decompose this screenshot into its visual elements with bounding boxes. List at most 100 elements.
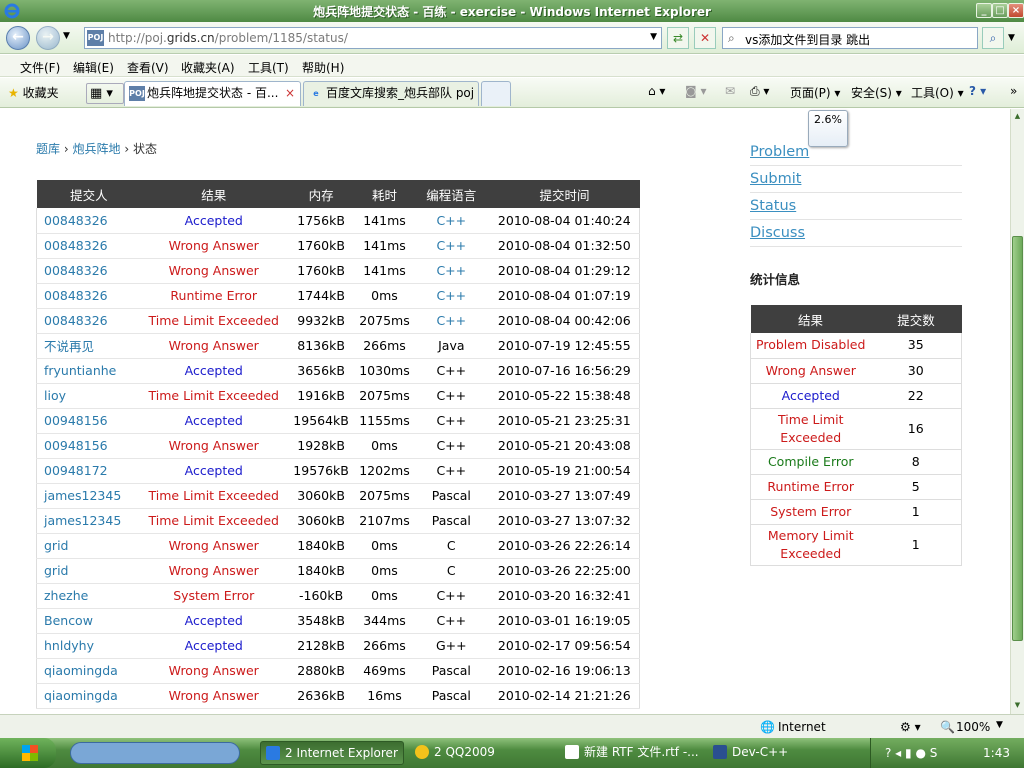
favorites-button[interactable]: ★ 收藏夹 [8,84,59,101]
history-dropdown-icon[interactable]: ▼ [63,31,70,41]
status-link[interactable]: Status [750,193,962,220]
menu-favorites[interactable]: 收藏夹(A) [181,59,235,76]
result-cell: Wrong Answer [141,683,287,709]
url-path: /problem/1185/status/ [214,31,348,45]
taskbar-qq[interactable]: 2 QQ2009 [410,741,555,765]
stats-result[interactable]: Problem Disabled [750,333,871,359]
stats-result[interactable]: Runtime Error [750,474,871,500]
column-header: 结果 [141,180,287,208]
start-button[interactable] [0,738,56,768]
search-options-icon[interactable]: ▼ [1008,33,1015,43]
language-cell[interactable]: C++ [412,308,490,334]
tray-icons[interactable]: ? ◂ ▮ ● S [885,746,937,760]
submitter-cell[interactable]: james12345 [36,483,142,509]
stats-result[interactable]: Compile Error [750,449,871,475]
feeds-icon[interactable]: ◙ ▾ [685,84,706,98]
forward-button[interactable]: → [36,26,60,50]
language-cell[interactable]: C++ [412,233,490,259]
submit-link[interactable]: Submit [750,166,962,193]
mail-icon[interactable]: ✉ [725,84,735,98]
submitter-cell[interactable]: 00948156 [36,408,142,434]
protected-mode-icon[interactable]: ⚙ ▾ [900,720,921,734]
submitter-cell[interactable]: 00848326 [36,233,142,259]
breadcrumb-problem[interactable]: 炮兵阵地 [72,142,120,156]
home-icon[interactable]: ⌂ ▾ [648,84,665,98]
menu-view[interactable]: 查看(V) [127,59,169,76]
tab-close-icon[interactable]: × [285,82,295,105]
minimize-button[interactable]: _ [976,3,992,18]
safety-menu[interactable]: 安全(S) ▾ [851,84,902,101]
print-icon[interactable]: ⎙ ▾ [750,84,769,99]
submitter-cell[interactable]: 00948172 [36,458,142,484]
menu-tools[interactable]: 工具(T) [248,59,289,76]
search-icon[interactable]: ⌕ [982,27,1004,49]
submit-time-cell: 2010-03-27 13:07:49 [489,483,640,509]
tab-baidu[interactable]: e 百度文库搜索_炮兵部队 poj [303,81,479,106]
tab-active-label: 炮兵阵地提交状态 - 百... [147,86,279,100]
menu-help[interactable]: 帮助(H) [302,59,344,76]
media-player-toolbar[interactable] [70,742,240,764]
result-cell: Accepted [141,358,287,384]
breadcrumb-root[interactable]: 题库 [36,142,60,156]
time-cell: 1030ms [356,358,413,384]
stats-result[interactable]: System Error [750,499,871,525]
submitter-cell[interactable]: qiaomingda [36,658,142,684]
new-tab-button[interactable] [481,81,511,106]
menu-file[interactable]: 文件(F) [20,59,60,76]
chevron-more-icon[interactable]: » [1010,84,1017,98]
result-cell: Runtime Error [141,283,287,309]
scroll-down-icon[interactable]: ▼ [1012,699,1023,712]
taskbar-ie[interactable]: 2 Internet Explorer [260,741,404,765]
language-cell[interactable]: C++ [412,208,490,234]
menu-edit[interactable]: 编辑(E) [73,59,114,76]
discuss-link[interactable]: Discuss [750,220,962,247]
refresh-icon[interactable]: ⇄ [667,27,689,49]
page-menu[interactable]: 页面(P) ▾ [790,84,840,101]
maximize-button[interactable]: □ [992,3,1008,18]
vertical-scrollbar[interactable]: ▲ ▼ [1010,109,1024,714]
help-icon[interactable]: ? ▾ [969,84,986,98]
language-cell[interactable]: C++ [412,283,490,309]
close-button[interactable]: × [1008,3,1024,18]
stats-row: System Error 1 [750,499,962,525]
zoom-level[interactable]: 100% [956,720,990,734]
submitter-cell[interactable]: james12345 [36,508,142,534]
stats-result[interactable]: Accepted [750,383,871,409]
scroll-thumb[interactable] [1012,236,1023,641]
tools-menu[interactable]: 工具(O) ▾ [911,84,964,101]
scroll-up-icon[interactable]: ▲ [1012,110,1023,123]
submitter-cell[interactable]: fryuntianhe [36,358,142,384]
tab-active[interactable]: POJ 炮兵阵地提交状态 - 百... × [124,81,301,106]
stop-icon[interactable]: ✕ [694,27,716,49]
submitter-cell[interactable]: hnldyhy [36,633,142,659]
taskbar-rtf[interactable]: 新建 RTF 文件.rtf -... [560,741,700,765]
submitter-cell[interactable]: qiaomingda [36,683,142,709]
submitter-cell[interactable]: 不说再见 [36,333,142,359]
zoom-dropdown-icon[interactable]: ▼ [996,720,1003,730]
language-cell: Java [412,333,490,359]
submitter-cell[interactable]: 00848326 [36,258,142,284]
submitter-cell[interactable]: grid [36,533,142,559]
back-button[interactable]: ← [6,26,30,50]
submitter-cell[interactable]: 00848326 [36,208,142,234]
search-input[interactable]: ⌕ vs添加文件到目录 跳出 [722,27,978,49]
submitter-cell[interactable]: 00848326 [36,308,142,334]
submitter-cell[interactable]: grid [36,558,142,584]
stats-result[interactable]: Time Limit Exceeded [750,408,871,450]
quick-tabs-icon[interactable]: ▦ ▾ [86,83,124,104]
stats-result[interactable]: Wrong Answer [750,358,871,384]
submitter-cell[interactable]: 00848326 [36,283,142,309]
submitter-cell[interactable]: 00948156 [36,433,142,459]
stats-count: 5 [870,474,962,500]
language-cell[interactable]: C++ [412,258,490,284]
address-bar[interactable]: POJ http://poj.grids.cn/problem/1185/sta… [84,27,662,49]
stats-result[interactable]: Memory Limit Exceeded [750,524,871,566]
language-cell: C++ [412,433,490,459]
problem-link[interactable]: Problem [750,139,962,166]
submitter-cell[interactable]: lioy [36,383,142,409]
address-dropdown-icon[interactable]: ▼ [650,32,657,42]
result-cell: Wrong Answer [141,258,287,284]
submitter-cell[interactable]: Bencow [36,608,142,634]
submitter-cell[interactable]: zhezhe [36,583,142,609]
taskbar-devcpp[interactable]: Dev-C++ [708,741,848,765]
